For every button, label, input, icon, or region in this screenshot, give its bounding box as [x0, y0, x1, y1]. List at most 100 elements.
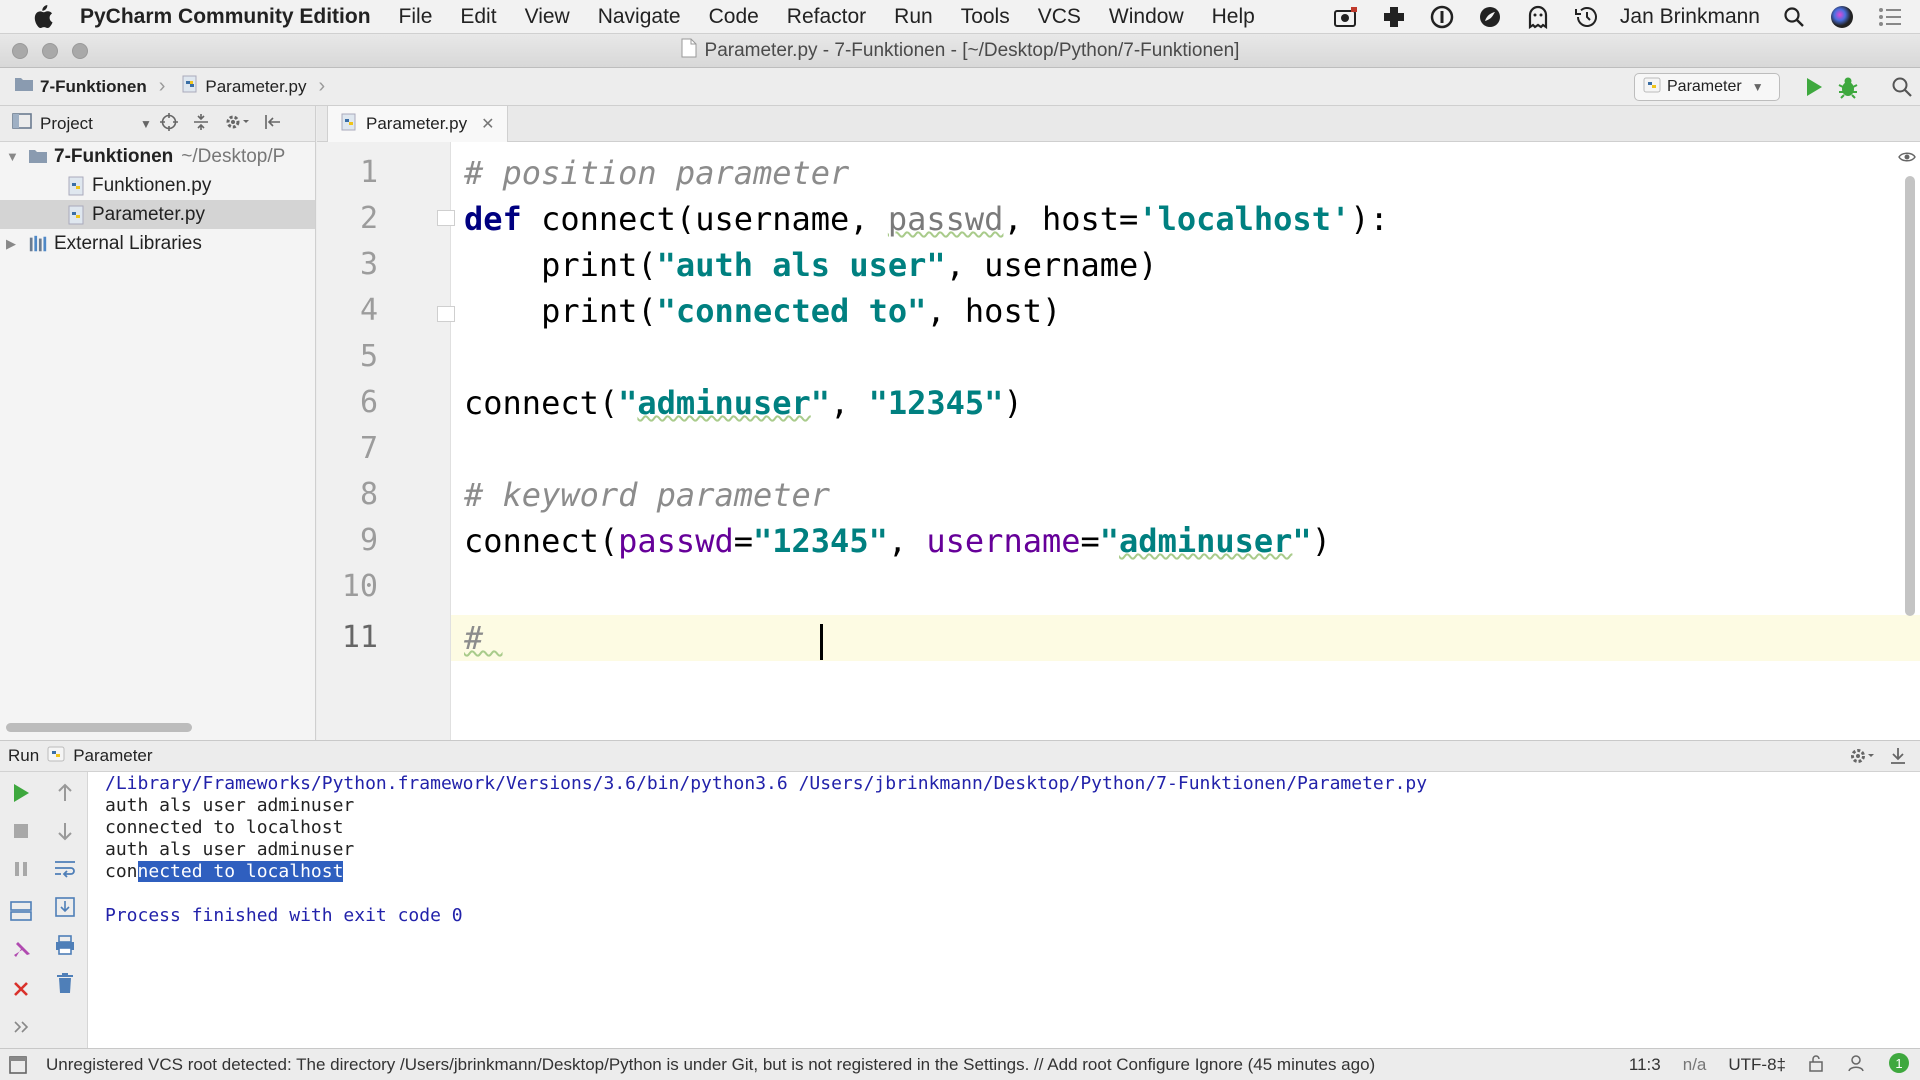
debug-icon[interactable]: [1834, 73, 1862, 101]
chevron-down-icon[interactable]: ▼: [140, 117, 152, 131]
breadcrumb-file[interactable]: Parameter.py ›: [173, 75, 333, 98]
menu-code[interactable]: Code: [709, 5, 759, 29]
line-separator-status[interactable]: n/a: [1683, 1055, 1707, 1075]
soft-wrap-icon[interactable]: [50, 854, 80, 884]
pause-button[interactable]: [6, 854, 36, 884]
ghost-app-icon[interactable]: [1524, 3, 1552, 31]
close-tab-icon[interactable]: ✕: [481, 114, 494, 134]
tree-item-external-libraries[interactable]: ▶ External Libraries: [0, 229, 315, 258]
run-button[interactable]: [1800, 73, 1828, 101]
navigation-bar: 7-Funktionen › Parameter.py › Parameter …: [0, 68, 1920, 106]
run-configuration-dropdown[interactable]: Parameter ▼: [1634, 73, 1780, 101]
password-manager-icon[interactable]: [1428, 3, 1456, 31]
code-editor[interactable]: 1 2 3 4 5 6 7 8 9 10 11 # position param…: [317, 142, 1920, 740]
apple-icon[interactable]: [28, 3, 56, 31]
hide-panel-icon[interactable]: [264, 113, 282, 136]
event-log-icon[interactable]: 1: [1888, 1052, 1910, 1079]
cursor-position[interactable]: 11:3: [1629, 1055, 1661, 1075]
fold-marker-icon[interactable]: [437, 210, 455, 226]
vertical-scrollbar[interactable]: [1905, 176, 1915, 616]
python-file-icon: [66, 205, 86, 225]
python-file-icon: [340, 113, 358, 136]
menu-vcs[interactable]: VCS: [1038, 5, 1081, 29]
minimize-panel-icon[interactable]: [1888, 746, 1908, 771]
svg-text:1: 1: [1895, 1056, 1902, 1071]
code-line-8: # keyword parameter: [464, 472, 830, 518]
code-line-6: connect("adminuser", "12345"): [464, 380, 1023, 426]
spotlight-search-icon[interactable]: [1780, 3, 1808, 31]
line-number: 2: [359, 201, 378, 236]
code-token: =: [1080, 522, 1100, 560]
more-chevron-icon[interactable]: [6, 1012, 36, 1042]
run-panel-config[interactable]: Parameter: [73, 746, 152, 766]
gear-icon[interactable]: [1848, 746, 1876, 771]
tree-item-file[interactable]: Funktionen.py: [0, 171, 315, 200]
app-name-menu[interactable]: PyCharm Community Edition: [80, 5, 371, 29]
project-panel-title[interactable]: Project: [40, 114, 93, 134]
rerun-button[interactable]: [6, 778, 36, 808]
console-output-line: connected to localhost: [105, 817, 344, 838]
expanded-arrow-icon[interactable]: ▼: [6, 149, 20, 164]
trash-icon[interactable]: [50, 968, 80, 998]
code-token: ): [1003, 384, 1023, 422]
code-line-3: print("auth als user", username): [464, 242, 1158, 288]
plus-cross-icon[interactable]: [1380, 3, 1408, 31]
time-machine-icon[interactable]: [1572, 3, 1600, 31]
stop-button[interactable]: [6, 816, 36, 846]
code-token: , host): [926, 292, 1062, 330]
tool-windows-toggle-icon[interactable]: [8, 1055, 28, 1080]
collapse-all-icon[interactable]: [192, 113, 210, 136]
keyword-argument-token: username: [926, 522, 1081, 560]
vcs-notification-message[interactable]: Unregistered VCS root detected: The dire…: [46, 1049, 1375, 1080]
layout-icon[interactable]: [6, 896, 36, 926]
lock-icon[interactable]: [1808, 1054, 1824, 1077]
scroll-to-end-icon[interactable]: [50, 892, 80, 922]
menu-edit[interactable]: Edit: [460, 5, 496, 29]
mac-menu-bar: PyCharm Community Edition File Edit View…: [0, 0, 1920, 34]
horizontal-scrollbar[interactable]: [6, 723, 192, 732]
code-token: connect(: [464, 522, 619, 560]
menu-help[interactable]: Help: [1212, 5, 1255, 29]
locate-target-icon[interactable]: [160, 112, 178, 136]
run-panel-label: Run: [8, 746, 40, 765]
editor-tab-parameter[interactable]: Parameter.py ✕: [327, 106, 508, 142]
menu-navigate[interactable]: Navigate: [598, 5, 681, 29]
menu-view[interactable]: View: [525, 5, 570, 29]
line-number: 8: [359, 477, 378, 512]
string-token: ": [1099, 522, 1120, 560]
menu-run[interactable]: Run: [894, 5, 933, 29]
gear-icon[interactable]: [224, 113, 250, 136]
fold-marker-icon[interactable]: [437, 306, 455, 322]
project-tool-window: Project ▼ ▼ 7-Funktionen ~/Desktop/P Fun…: [0, 106, 316, 740]
menu-tools[interactable]: Tools: [961, 5, 1010, 29]
down-arrow-icon[interactable]: [50, 816, 80, 846]
chevron-right-icon: ›: [158, 75, 166, 97]
line-number-gutter[interactable]: 1 2 3 4 5 6 7 8 9 10 11: [317, 142, 451, 740]
pin-icon[interactable]: [6, 936, 36, 966]
screenshot-tool-icon[interactable]: [1332, 3, 1360, 31]
menu-refactor[interactable]: Refactor: [787, 5, 866, 29]
menu-window[interactable]: Window: [1109, 5, 1184, 29]
breadcrumb-project[interactable]: 7-Funktionen ›: [0, 75, 173, 98]
file-encoding[interactable]: UTF-8‡: [1728, 1055, 1786, 1075]
print-icon[interactable]: [50, 930, 80, 960]
code-token: print(: [464, 246, 657, 284]
project-view-icon: [12, 112, 32, 135]
inspector-hector-icon[interactable]: [1846, 1053, 1866, 1078]
code-line-2: def connect(username, passwd, host='loca…: [464, 196, 1389, 242]
menu-file[interactable]: File: [399, 5, 433, 29]
close-run-icon[interactable]: [6, 974, 36, 1004]
notification-center-icon[interactable]: [1876, 3, 1904, 31]
collapsed-arrow-icon[interactable]: ▶: [6, 236, 20, 252]
tree-item-file[interactable]: Parameter.py: [0, 200, 315, 229]
leaf-app-icon[interactable]: [1476, 3, 1504, 31]
tree-item-project-root[interactable]: ▼ 7-Funktionen ~/Desktop/P: [0, 142, 315, 171]
code-token: ):: [1350, 200, 1389, 238]
up-arrow-icon[interactable]: [50, 778, 80, 808]
run-console[interactable]: /Library/Frameworks/Python.framework/Ver…: [88, 772, 1920, 1048]
siri-icon[interactable]: [1828, 3, 1856, 31]
eye-icon[interactable]: [1898, 150, 1916, 164]
user-name-menu[interactable]: Jan Brinkmann: [1620, 5, 1760, 29]
tree-root-path: ~/Desktop/P: [181, 145, 286, 167]
search-everywhere-icon[interactable]: [1888, 73, 1916, 101]
